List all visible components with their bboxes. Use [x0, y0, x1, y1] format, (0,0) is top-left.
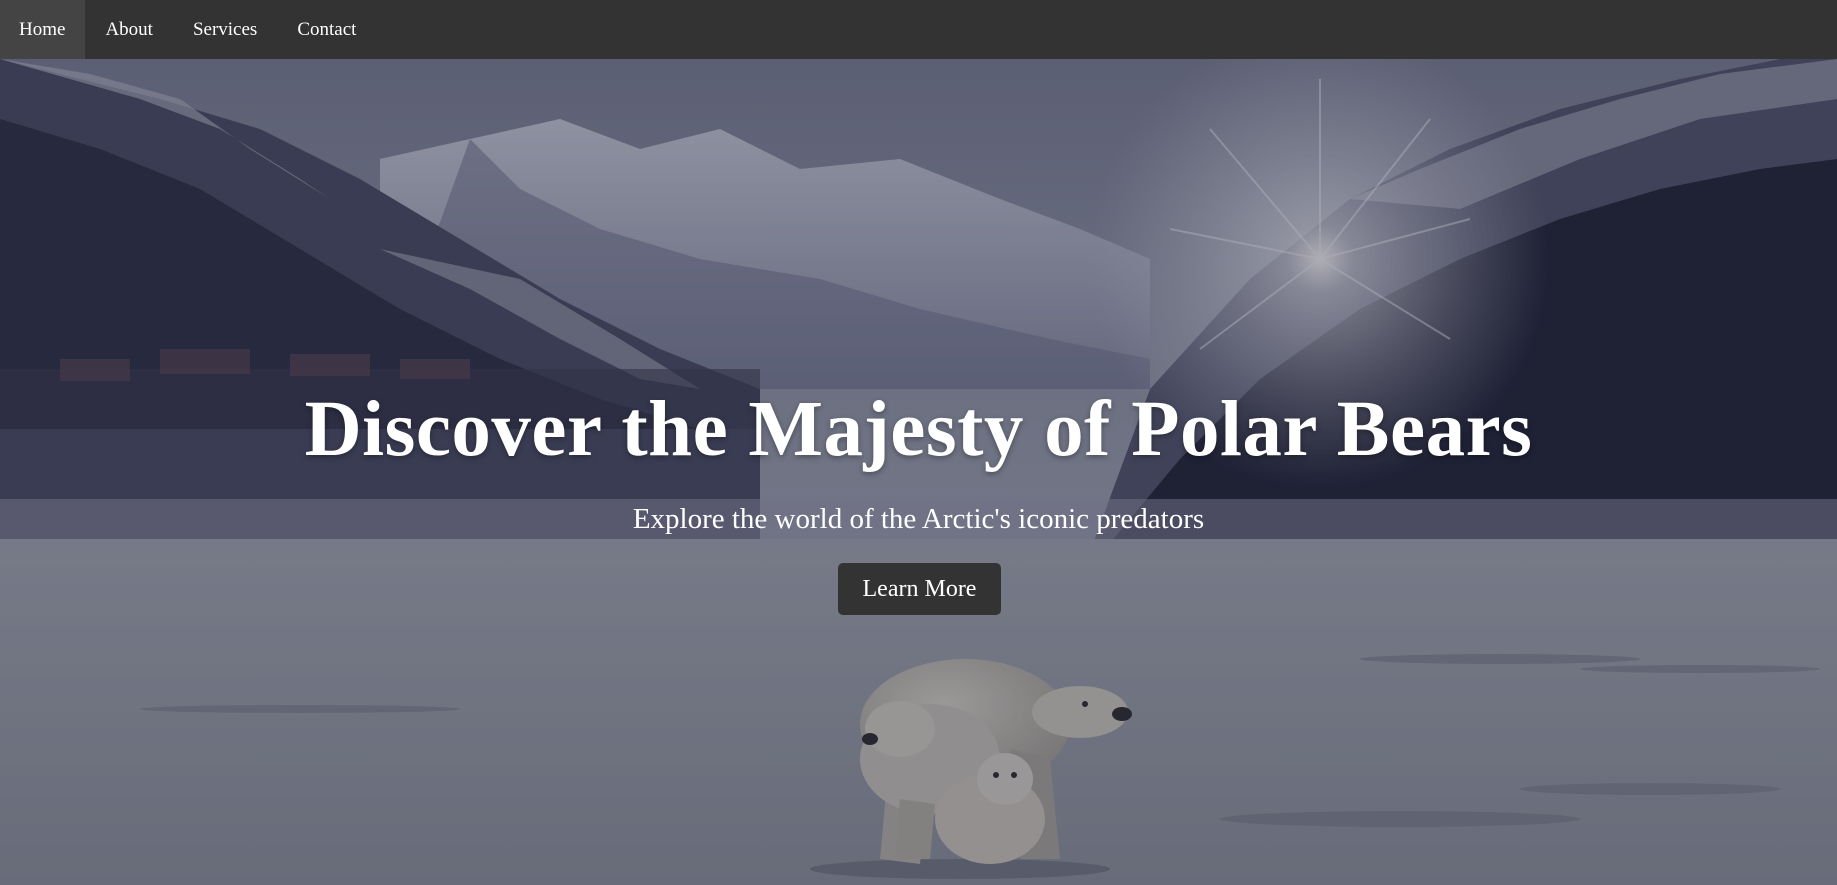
hero-section: Discover the Majesty of Polar Bears Expl…: [0, 59, 1837, 885]
nav-link-home[interactable]: Home: [0, 0, 86, 59]
nav-link-about[interactable]: About: [85, 0, 173, 59]
top-navbar: Home About Services Contact: [0, 0, 1837, 59]
nav-link-services[interactable]: Services: [173, 0, 277, 59]
nav-link-contact[interactable]: Contact: [277, 0, 376, 59]
hero-title: Discover the Majesty of Polar Bears: [304, 386, 1533, 473]
hero-subtitle: Explore the world of the Arctic's iconic…: [632, 503, 1205, 535]
learn-more-button[interactable]: Learn More: [838, 563, 1001, 615]
